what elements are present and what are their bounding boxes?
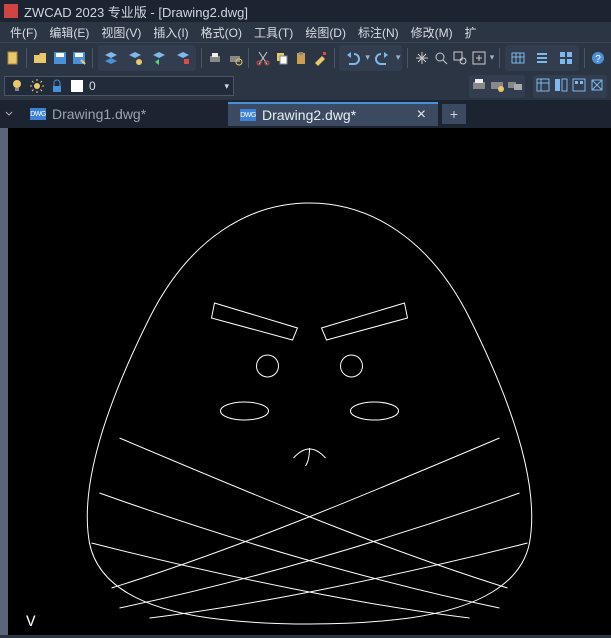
layer-states-button[interactable] — [124, 47, 146, 69]
menu-file[interactable]: 件(F) — [4, 22, 43, 43]
match-prop-button[interactable] — [311, 47, 328, 69]
publish-button[interactable] — [507, 77, 523, 96]
drawing-area-frame: V — [0, 128, 611, 635]
paste-button[interactable] — [292, 47, 309, 69]
main-toolbar: ▾ ▾ ▾ ? — [0, 42, 611, 72]
title-bar: ZWCAD 2023 专业版 - [Drawing2.dwg] — [0, 0, 611, 22]
menu-draw[interactable]: 绘图(D) — [299, 22, 352, 43]
print-preview-button[interactable] — [226, 47, 243, 69]
tab-drawing2[interactable]: DWG Drawing2.dwg* × — [228, 102, 438, 126]
list-button[interactable] — [531, 47, 553, 69]
menu-view[interactable]: 视图(V) — [95, 22, 147, 43]
grid-button[interactable] — [555, 47, 577, 69]
save-button[interactable] — [51, 47, 68, 69]
app-logo-icon — [4, 4, 18, 18]
ucs-icon: V — [26, 613, 36, 631]
menu-tools[interactable]: 工具(T) — [248, 22, 299, 43]
layer-dropdown-icon[interactable]: ▾ — [224, 81, 229, 92]
layer-iso-button[interactable] — [172, 47, 194, 69]
undo-dropdown-icon[interactable]: ▾ — [365, 52, 370, 63]
undo-button[interactable] — [341, 47, 363, 69]
lock-icon — [49, 78, 65, 94]
menu-ext[interactable]: 扩 — [459, 22, 483, 43]
tab-close-button[interactable]: × — [417, 106, 426, 124]
pan-button[interactable] — [413, 47, 430, 69]
bulb-icon — [9, 78, 25, 94]
document-tab-bar: DWG Drawing1.dwg* DWG Drawing2.dwg* × + — [0, 100, 611, 128]
layer-selector[interactable]: 0 ▾ — [4, 76, 234, 96]
redo-button[interactable] — [372, 47, 394, 69]
layers-button[interactable] — [100, 47, 122, 69]
design-center-button[interactable] — [553, 77, 569, 96]
open-button[interactable] — [32, 47, 49, 69]
sun-icon — [29, 78, 45, 94]
tab-label: Drawing2.dwg* — [262, 107, 356, 123]
menu-edit[interactable]: 编辑(E) — [43, 22, 95, 43]
new-tab-button[interactable]: + — [442, 104, 466, 124]
help-button[interactable]: ? — [590, 47, 607, 69]
copy-button[interactable] — [273, 47, 290, 69]
dwg-file-icon: DWG — [240, 109, 256, 121]
window-title: ZWCAD 2023 专业版 - [Drawing2.dwg] — [24, 2, 248, 21]
menu-bar: 件(F) 编辑(E) 视图(V) 插入(I) 格式(O) 工具(T) 绘图(D)… — [0, 22, 611, 42]
cut-button[interactable] — [254, 47, 271, 69]
layer-name: 0 — [89, 79, 96, 93]
saveas-button[interactable] — [70, 47, 87, 69]
new-button[interactable] — [4, 47, 21, 69]
plot-style-button[interactable] — [471, 77, 487, 96]
zoom-win-button[interactable] — [451, 47, 468, 69]
page-setup-button[interactable] — [489, 77, 505, 96]
drawing-content — [8, 128, 611, 635]
tool-palette-button[interactable] — [571, 77, 587, 96]
svg-text:?: ? — [596, 54, 602, 65]
print-button[interactable] — [207, 47, 224, 69]
redo-dropdown-icon[interactable]: ▾ — [396, 52, 401, 63]
color-swatch-icon — [69, 78, 85, 94]
menu-dim[interactable]: 标注(N) — [352, 22, 405, 43]
drawing-canvas[interactable]: V — [8, 128, 611, 635]
properties-button[interactable] — [535, 77, 551, 96]
layer-prev-button[interactable] — [148, 47, 170, 69]
zoom-dropdown-icon[interactable]: ▾ — [490, 52, 495, 63]
zoom-rt-button[interactable] — [432, 47, 449, 69]
tab-drawing1[interactable]: DWG Drawing1.dwg* — [18, 102, 228, 126]
zoom-ext-button[interactable] — [471, 47, 488, 69]
table-button[interactable] — [507, 47, 529, 69]
layer-toolbar: 0 ▾ — [0, 72, 611, 100]
dwg-file-icon: DWG — [30, 108, 46, 120]
menu-format[interactable]: 格式(O) — [195, 22, 248, 43]
menu-insert[interactable]: 插入(I) — [147, 22, 194, 43]
block-editor-button[interactable] — [589, 77, 605, 96]
tab-list-marker-icon[interactable] — [4, 109, 14, 119]
tab-label: Drawing1.dwg* — [52, 106, 146, 122]
menu-modify[interactable]: 修改(M) — [405, 22, 459, 43]
